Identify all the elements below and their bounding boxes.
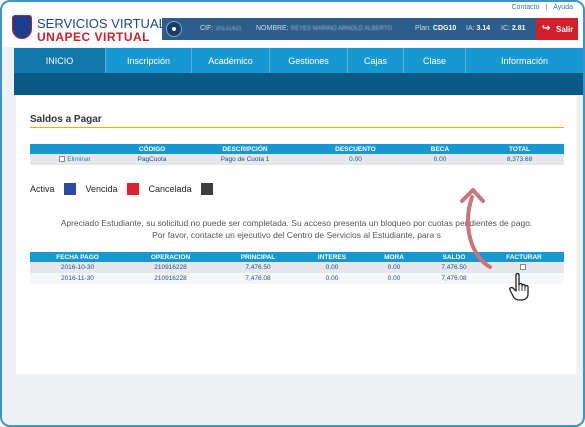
name-field: NOMBRE: REYES MARIÑO ARNOLD ALBERTO <box>256 25 392 32</box>
principal-cell: 7,476.08 <box>216 273 300 284</box>
nav-cajas[interactable]: Cajas <box>348 48 404 73</box>
unapec-seal-icon <box>12 15 32 39</box>
legend-label-vencida: Vencida <box>85 184 118 194</box>
user-info-bar: CIF: 20131421 NOMBRE: REYES MARIÑO ARNOL… <box>162 18 536 40</box>
nav-gestiones[interactable]: Gestiones <box>270 48 348 73</box>
operacion-cell: 210916228 <box>125 262 216 273</box>
saldo-cell: 7,476.08 <box>424 273 484 284</box>
saldos-header-descuento: DESCUENTO <box>306 144 405 154</box>
pointer-hand-icon <box>509 272 529 301</box>
saldos-header-beca: BECA <box>405 144 475 154</box>
nav-inicio[interactable]: INICIO <box>14 48 106 73</box>
principal-cell: 7,476.50 <box>216 262 300 273</box>
facturar-checkbox[interactable] <box>520 264 526 271</box>
descripcion-cell: Pago de Cuota 1 <box>184 154 306 165</box>
cuotas-header-operacion: OPERACION <box>125 252 216 262</box>
legend-label-cancelada: Cancelada <box>148 184 192 194</box>
eliminar-link[interactable]: Eliminar <box>67 156 90 163</box>
mora-cell: 0.00 <box>364 262 424 273</box>
saldos-table: CÓDIGO DESCRIPCIÓN DESCUENTO BECA TOTAL … <box>30 144 564 165</box>
main-nav: INICIO Inscripción Académico Gestiones C… <box>14 48 583 73</box>
plan-field: Plan: CDG10 <box>415 25 456 32</box>
logo-subtitle: UNAPEC VIRTUAL <box>37 30 151 44</box>
legend-swatch-activa <box>63 183 76 195</box>
ic-field: IC: 2.81 <box>501 25 526 32</box>
cif-value: 20131421 <box>215 26 242 32</box>
name-value: REYES MARIÑO ARNOLD ALBERTO <box>290 26 393 32</box>
total-cell: 8,373.68 <box>475 154 564 165</box>
title-divider <box>30 127 564 128</box>
table-row: Eliminar PagCuota Pago de Cuota 1 0.00 0… <box>30 154 564 165</box>
cuotas-header-principal: PRINCIPAL <box>216 252 300 262</box>
descuento-cell: 0.00 <box>306 154 405 165</box>
legend-label-activa: Activa <box>30 184 55 194</box>
fecha-cell: 2016-11-30 <box>30 273 125 284</box>
cif-field: CIF: 20131421 <box>200 25 242 32</box>
logout-label: Salir <box>556 25 574 34</box>
page-title: Saldos a Pagar <box>30 114 102 125</box>
ic-label: IC: <box>501 25 510 32</box>
legend-swatch-vencida <box>126 183 139 195</box>
interes-cell: 0.00 <box>300 273 364 284</box>
cuotas-header-interes: INTERES <box>300 252 364 262</box>
status-legend: Activa Vencida Cancelada <box>30 183 223 195</box>
eliminar-cell: Eliminar <box>30 154 120 165</box>
legend-swatch-cancelada <box>200 183 213 195</box>
top-links-separator: | <box>545 4 548 11</box>
exit-icon: ↪ <box>542 23 551 34</box>
ia-field: IA: 3.14 <box>466 25 490 32</box>
nav-academico[interactable]: Académico <box>192 48 270 73</box>
codigo-cell: PagCuota <box>120 154 184 165</box>
saldos-header-descripcion: DESCRIPCIÓN <box>184 144 306 154</box>
saldos-header-select <box>30 144 120 154</box>
screenshot-frame: Contacto | Ayuda SERVICIOS VIRTUALES UNA… <box>0 0 585 427</box>
plan-label: Plan: <box>415 25 431 32</box>
nav-informacion[interactable]: Información <box>466 48 583 73</box>
interes-cell: 0.00 <box>300 262 364 273</box>
nav-clase[interactable]: Clase <box>404 48 466 73</box>
top-links: Contacto | Ayuda <box>510 4 576 11</box>
eliminar-checkbox[interactable] <box>59 156 66 163</box>
cuotas-header-fecha: FECHA PAGO <box>30 252 125 262</box>
saldos-header-codigo: CÓDIGO <box>120 144 184 154</box>
plan-value: CDG10 <box>432 25 457 32</box>
fecha-cell: 2016-10-30 <box>30 262 125 273</box>
ia-label: IA: <box>466 25 475 32</box>
annotation-arrow-icon <box>460 188 492 269</box>
ia-value: 3.14 <box>476 25 491 32</box>
saldos-header-total: TOTAL <box>475 144 564 154</box>
nav-submenu-strip <box>14 73 583 95</box>
operacion-cell: 210916228 <box>125 273 216 284</box>
name-label: NOMBRE: <box>256 25 289 32</box>
contact-link[interactable]: Contacto <box>510 4 542 11</box>
mora-cell: 0.00 <box>364 273 424 284</box>
ic-value: 2.81 <box>511 25 526 32</box>
cuotas-header-mora: MORA <box>364 252 424 262</box>
nav-inscripcion[interactable]: Inscripción <box>106 48 192 73</box>
table-row: 2016-11-30 210916228 7,476.08 0.00 0.00 … <box>30 273 564 284</box>
beca-cell: 0.00 <box>405 154 475 165</box>
logout-button[interactable]: ↪ Salir <box>536 18 578 40</box>
cif-label: CIF: <box>200 25 214 32</box>
help-link[interactable]: Ayuda <box>551 4 575 11</box>
user-icon <box>166 21 182 37</box>
